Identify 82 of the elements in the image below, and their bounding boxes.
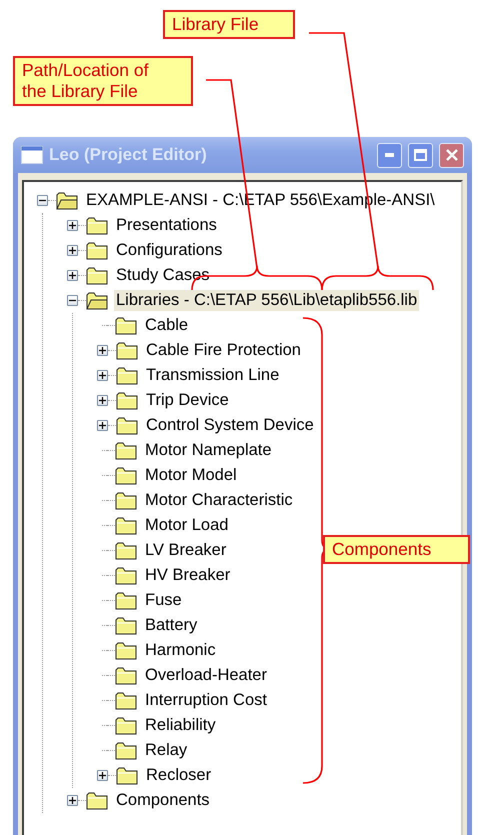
expand-toggle[interactable] bbox=[97, 770, 108, 781]
folder-icon bbox=[116, 366, 138, 385]
expand-toggle[interactable] bbox=[97, 420, 108, 431]
folder-icon bbox=[115, 616, 137, 635]
tree-item[interactable]: Motor Model bbox=[143, 465, 239, 486]
plus-icon bbox=[99, 772, 106, 779]
minus-icon bbox=[39, 197, 46, 204]
tree-item[interactable]: Cable bbox=[143, 315, 190, 336]
folder-icon bbox=[115, 666, 137, 685]
window-title: Leo (Project Editor) bbox=[49, 145, 208, 165]
folder-icon bbox=[115, 516, 137, 535]
open-folder-icon bbox=[56, 191, 78, 210]
folder-icon bbox=[115, 716, 137, 735]
tree-item[interactable]: Motor Load bbox=[143, 515, 230, 536]
tree-item[interactable]: Study Cases bbox=[114, 265, 212, 286]
tree-item[interactable]: Libraries - C:\ETAP 556\Lib\etaplib556.lib bbox=[114, 290, 420, 311]
minimize-button[interactable] bbox=[377, 142, 402, 168]
plus-icon bbox=[69, 247, 76, 254]
tree-item[interactable]: Reliability bbox=[143, 715, 218, 736]
folder-icon bbox=[116, 341, 138, 360]
expand-toggle[interactable] bbox=[97, 370, 108, 381]
folder-icon bbox=[115, 591, 137, 610]
folder-icon bbox=[116, 416, 138, 435]
tree-item[interactable]: Configurations bbox=[114, 240, 224, 261]
tree-item[interactable]: Harmonic bbox=[143, 640, 218, 661]
folder-icon bbox=[86, 266, 108, 285]
folder-icon bbox=[115, 541, 137, 560]
close-button[interactable] bbox=[439, 142, 464, 168]
tree-item[interactable]: HV Breaker bbox=[143, 565, 232, 586]
plus-icon bbox=[69, 222, 76, 229]
callout-label: Components bbox=[323, 535, 470, 564]
tree-item[interactable]: Overload-Heater bbox=[143, 665, 269, 686]
tree-item[interactable]: Relay bbox=[143, 740, 190, 761]
folder-icon bbox=[116, 391, 138, 410]
plus-icon bbox=[69, 272, 76, 279]
folder-icon bbox=[115, 316, 137, 335]
callout-label: Library File bbox=[163, 10, 295, 39]
tree-item[interactable]: Motor Characteristic bbox=[143, 490, 295, 511]
folder-icon bbox=[115, 691, 137, 710]
expand-toggle[interactable] bbox=[67, 795, 78, 806]
folder-icon bbox=[86, 241, 108, 260]
tree-item[interactable]: Presentations bbox=[114, 215, 219, 236]
tree-item[interactable]: Interruption Cost bbox=[143, 690, 269, 711]
minus-icon bbox=[69, 297, 76, 304]
plus-icon bbox=[99, 372, 106, 379]
folder-icon bbox=[86, 791, 108, 810]
tree-item[interactable]: Trip Device bbox=[144, 390, 231, 411]
tree-item[interactable]: Motor Nameplate bbox=[143, 440, 274, 461]
folder-icon bbox=[115, 741, 137, 760]
expand-toggle[interactable] bbox=[97, 395, 108, 406]
collapse-toggle[interactable] bbox=[37, 195, 48, 206]
tree-item[interactable]: Battery bbox=[143, 615, 200, 636]
plus-icon bbox=[99, 422, 106, 429]
tree-item[interactable]: LV Breaker bbox=[143, 540, 228, 561]
window-icon bbox=[21, 146, 43, 164]
expand-toggle[interactable] bbox=[67, 270, 78, 281]
callout-label: Path/Location of the Library File bbox=[13, 56, 193, 106]
tree-item[interactable]: Transmission Line bbox=[144, 365, 282, 386]
close-icon bbox=[446, 149, 458, 161]
tree-item[interactable]: Fuse bbox=[143, 590, 184, 611]
folder-icon bbox=[115, 441, 137, 460]
tree-item[interactable]: Cable Fire Protection bbox=[144, 340, 303, 361]
maximize-icon bbox=[414, 149, 427, 161]
folder-icon bbox=[115, 641, 137, 660]
expand-toggle[interactable] bbox=[97, 345, 108, 356]
tree-item[interactable]: Control System Device bbox=[144, 415, 316, 436]
folder-icon bbox=[86, 216, 108, 235]
minimize-icon bbox=[385, 153, 394, 157]
collapse-toggle[interactable] bbox=[67, 295, 78, 306]
maximize-button[interactable] bbox=[408, 142, 433, 168]
folder-icon bbox=[115, 491, 137, 510]
tree-item[interactable]: Components bbox=[114, 790, 212, 811]
plus-icon bbox=[99, 397, 106, 404]
expand-toggle[interactable] bbox=[67, 245, 78, 256]
expand-toggle[interactable] bbox=[67, 220, 78, 231]
tree-item[interactable]: Recloser bbox=[144, 765, 214, 786]
folder-icon bbox=[115, 566, 137, 585]
open-folder-icon bbox=[86, 291, 108, 310]
plus-icon bbox=[99, 347, 106, 354]
folder-icon bbox=[115, 466, 137, 485]
plus-icon bbox=[69, 797, 76, 804]
folder-icon bbox=[116, 766, 138, 785]
